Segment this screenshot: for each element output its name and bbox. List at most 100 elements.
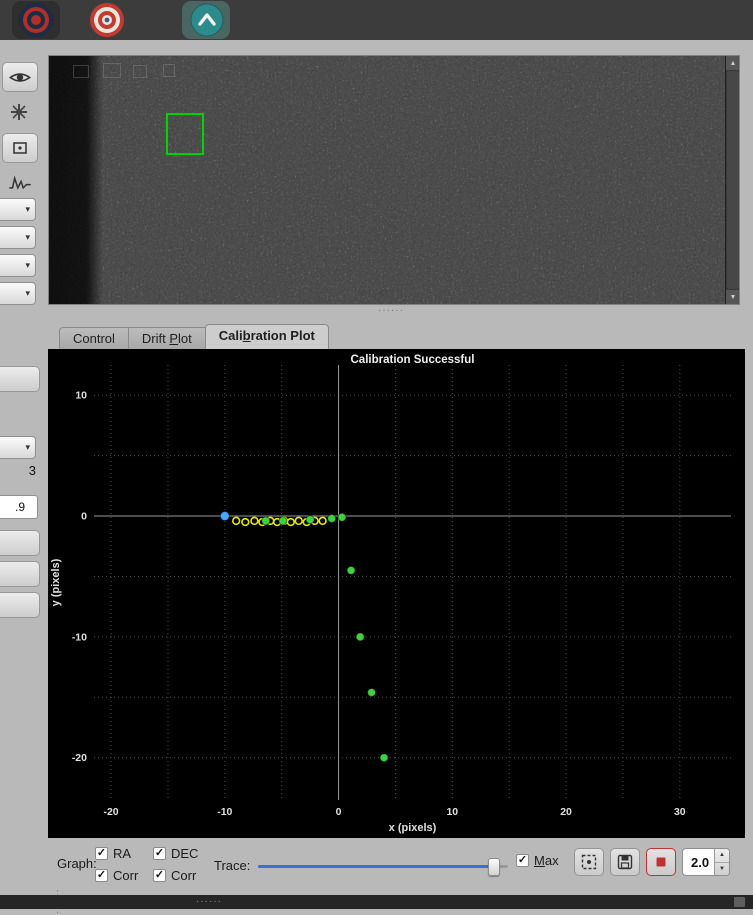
target-red-button[interactable] (88, 1, 126, 39)
checkbox-box: ✓ (516, 854, 529, 867)
tab-control[interactable]: Control (59, 327, 128, 350)
checkbox-max[interactable]: ✓ Max (516, 853, 559, 868)
svg-text:y (pixels): y (pixels) (50, 558, 62, 606)
svg-text:20: 20 (560, 806, 572, 818)
slider-thumb[interactable] (488, 858, 500, 876)
guide-camera-view[interactable]: ▲ ▼ (48, 55, 740, 305)
scroll-down-button[interactable]: ▼ (726, 290, 739, 304)
sidebar-value-field[interactable]: .9 (0, 495, 38, 519)
dropdown-arrow-icon: ▾ (25, 204, 30, 214)
scrollbar-thumb[interactable] (727, 71, 739, 289)
svg-text:0: 0 (336, 806, 342, 818)
dropdown-arrow-icon: ▾ (25, 288, 30, 298)
main-toolbar (0, 0, 753, 40)
svg-text:-20: -20 (72, 752, 87, 764)
guide-button[interactable] (188, 1, 226, 39)
svg-text:-10: -10 (72, 631, 87, 643)
sidebar-frame-button[interactable] (2, 133, 38, 163)
target-dark-icon (19, 3, 53, 37)
check-icon: ✓ (154, 847, 165, 859)
trace-slider[interactable] (258, 858, 508, 876)
image-dark-band (49, 56, 103, 304)
dropdown-arrow-icon: ▾ (25, 232, 30, 242)
svg-text:10: 10 (75, 390, 87, 402)
checkbox-box: ✓ (153, 869, 166, 882)
splitter-handle-top[interactable]: ······ (378, 306, 404, 316)
sidebar-partial-button[interactable] (0, 592, 40, 618)
eye-icon (9, 72, 31, 82)
sidebar-histogram-button[interactable] (6, 172, 34, 192)
dropdown-arrow-icon: ▾ (25, 442, 30, 452)
svg-text:Calibration Successful: Calibration Successful (351, 354, 475, 366)
calibration-plot: -20 -10 0 10 20 30 10 0 -10 -20 Calibration Succes… (48, 349, 745, 838)
svg-text:0: 0 (81, 511, 87, 523)
sidebar-partial-button[interactable] (0, 366, 40, 392)
tab-drift-plot[interactable]: Drift Plot (127, 327, 205, 350)
sidebar-partial-button[interactable] (0, 530, 40, 556)
slider-track (258, 865, 508, 868)
checkbox-box: ✓ (95, 847, 108, 860)
status-bar: ······ (0, 895, 753, 909)
check-icon: ✓ (154, 869, 165, 881)
check-icon: ✓ (517, 854, 528, 866)
spinner-down-icon[interactable]: ▼ (715, 863, 729, 876)
starfield-image (49, 56, 727, 304)
sparkle-icon (11, 104, 27, 120)
scroll-down-icon: ▼ (729, 293, 737, 301)
check-icon: ✓ (96, 869, 107, 881)
guide-up-arrow-icon (190, 3, 224, 37)
svg-text:30: 30 (674, 806, 686, 818)
check-icon: ✓ (96, 847, 107, 859)
sidebar-eye-button[interactable] (2, 62, 38, 92)
svg-text:10: 10 (446, 806, 458, 818)
svg-text:-20: -20 (103, 806, 118, 818)
image-vertical-scrollbar[interactable]: ▲ ▼ (725, 56, 739, 304)
checkbox-dec-corr[interactable]: ✓ Corr (153, 868, 196, 883)
overlay-marker (73, 65, 89, 78)
dropdown-arrow-icon: ▾ (25, 260, 30, 270)
overlay-marker (103, 63, 121, 78)
spinner-up-icon[interactable]: ▲ (715, 849, 729, 863)
target-dark-button[interactable] (17, 1, 55, 39)
sidebar-partial-button[interactable] (0, 561, 40, 587)
checkbox-box: ✓ (95, 869, 108, 882)
trace-label: Trace: (214, 858, 251, 873)
svg-text:-10: -10 (217, 806, 232, 818)
splitter-handle-bottom[interactable]: ······ (196, 897, 222, 907)
overlay-marker (163, 64, 175, 77)
scale-value: 2.0 (691, 854, 710, 870)
calibration-plot-panel: -20 -10 0 10 20 30 10 0 -10 -20 Calibration Succes… (48, 349, 745, 915)
auto-select-star-icon (581, 854, 597, 870)
auto-select-star-button[interactable] (574, 848, 604, 876)
overlay-marker (133, 65, 147, 78)
scale-spinner[interactable]: 2.0 ▲ ▼ (682, 848, 730, 876)
sidebar-dropdown-2[interactable]: ▾ (0, 226, 36, 249)
save-graph-button[interactable] (610, 848, 640, 876)
resize-grip[interactable] (734, 897, 745, 907)
waveform-icon (9, 174, 31, 190)
sidebar-dropdown-5[interactable]: ▾ (0, 436, 36, 459)
scroll-up-icon: ▲ (729, 59, 737, 67)
sidebar-dropdown-1[interactable]: ▾ (0, 198, 36, 221)
target-red-icon (90, 3, 124, 37)
save-icon (617, 854, 633, 870)
checkbox-ra[interactable]: ✓ RA (95, 846, 131, 861)
checkbox-dec[interactable]: ✓ DEC (153, 846, 198, 861)
tab-calibration-plot[interactable]: Calibration Plot (204, 324, 329, 350)
checkbox-box: ✓ (153, 847, 166, 860)
tab-bar: Control Drift Plot Calibration Plot (59, 324, 329, 350)
svg-text:x (pixels): x (pixels) (389, 822, 437, 834)
sidebar-value-bottom: .9 (14, 500, 25, 514)
star-selection-box (166, 113, 204, 155)
sidebar-value-top: 3 (28, 463, 36, 478)
sidebar-sparkle-button[interactable] (8, 101, 30, 123)
frame-icon (13, 142, 27, 154)
checkbox-ra-corr[interactable]: ✓ Corr (95, 868, 138, 883)
sidebar-dropdown-3[interactable]: ▾ (0, 254, 36, 277)
spinner-steps: ▲ ▼ (714, 849, 729, 875)
scroll-up-button[interactable]: ▲ (726, 56, 739, 70)
stop-icon (656, 857, 666, 867)
graph-label: Graph: (57, 856, 97, 871)
sidebar-dropdown-4[interactable]: ▾ (0, 282, 36, 305)
stop-button[interactable] (646, 848, 676, 876)
